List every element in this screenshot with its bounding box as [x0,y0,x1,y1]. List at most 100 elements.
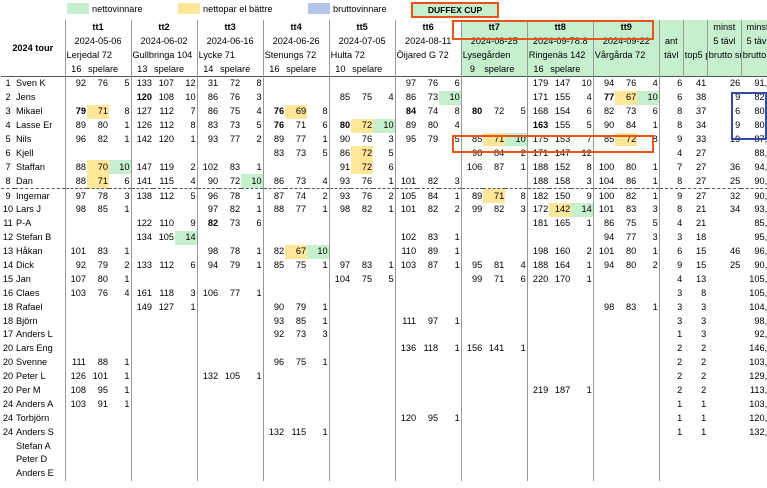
netto-score [153,370,175,384]
points [571,370,593,384]
brutto-score [592,272,616,287]
netto-score [87,231,109,245]
tour-count: 1 [658,397,684,412]
netto-score: 75 [361,92,373,103]
brutto-score: 120 [130,90,154,105]
netto-score [219,397,241,411]
points [241,384,263,398]
points [571,467,593,481]
brutto-score [328,466,352,481]
player-name: Stefan A [16,440,51,451]
brutto-score [130,146,154,161]
netto-score: 78 [229,246,241,257]
points: 3 [190,287,196,298]
brutto-average: 105,4 [749,273,767,284]
points: 1 [388,204,394,215]
netto-score: 86 [626,175,637,186]
netto-score [417,467,439,481]
netto-score [87,425,109,439]
brutto-score [130,355,154,370]
table-row: 6Kjell8373586725988421711471242788,1 [1,146,767,161]
tour-count: 2 [658,355,684,370]
summary-header-blank [682,20,708,34]
rank: 2 [5,92,11,103]
summary-header: brutto summa [706,48,742,62]
brutto-sum [707,453,741,467]
legend-netto-label: nettovinnare [92,4,143,14]
brutto-score: 103 [64,397,87,412]
brutto-score: 91 [328,160,352,175]
brutto-score [460,90,484,105]
brutto-score: 99 [460,272,484,287]
netto-score: 77 [626,232,637,243]
points [637,146,659,160]
netto-score [549,314,571,328]
summary-header-blank: minst [740,20,767,34]
netto-score [417,356,439,370]
points [307,272,329,286]
points: 1 [124,204,130,215]
brutto-score [592,328,616,342]
netto-score: 72 [615,132,638,147]
brutto-score: 89 [394,118,418,133]
brutto-score: 93 [196,132,220,147]
summary-header: brutto snitt [740,48,767,62]
tour-count: 9 [658,258,684,273]
corner-blank [1,20,65,34]
table-row: 11P-A 122 110 982 73 6 181 165 186 75 54 21 85,0 [1,216,767,231]
points [307,75,330,91]
netto-score [87,314,109,328]
points: 8 [322,106,328,117]
points [439,160,461,174]
brutto-sum [707,467,741,481]
points [241,411,263,425]
tour-count: 2 [658,383,684,398]
points [241,231,263,245]
points [571,356,593,370]
tour-count: 8 [658,118,684,133]
brutto-sum [707,439,741,453]
points: 1 [586,218,592,229]
points [109,314,131,328]
netto-score [87,328,109,342]
netto-score: 77 [295,204,307,215]
tour-players: 9 [460,62,484,77]
tour-count: 8 [658,174,684,189]
points [109,91,131,105]
table-row: 4 Lasse Er 89 80 1 126 112 8 83 73 5 76 71 6 80 72 10 89 8… [1,118,767,133]
points: 14 [571,203,594,217]
tour-count: 1 [658,411,684,426]
netto-score: 110 [159,218,175,229]
brutto-average: 146,0 [749,343,767,354]
brutto-score: 86 [196,104,220,119]
legend-brutto: bruttovinnare [308,3,387,15]
netto-score [615,370,637,384]
points: 10 [241,174,264,189]
brutto-score: 179 [526,75,550,91]
brutto-score [526,425,550,440]
brutto-score [460,118,484,133]
points: 1 [124,273,130,284]
netto-score: 72 [351,146,374,161]
brutto-score [196,341,220,356]
netto-score: 73 [427,92,439,103]
points [637,328,659,342]
netto-score [615,384,637,398]
points: 1 [454,315,460,326]
netto-score [483,314,505,328]
tour-count: 8 [658,104,684,119]
tour-id: tt9 [592,20,660,34]
tour-count: 1 [658,328,684,342]
points: 1 [241,188,264,204]
brutto-sum [707,314,741,328]
netto-score [615,467,637,481]
netto-score: 77 [229,134,241,144]
table-row: 16Claes103764161118310677138105,6 [1,286,767,301]
brutto-score: 198 [526,244,550,259]
points [637,384,659,398]
brutto-score [460,300,484,315]
tour-id: tt1 [64,20,132,34]
brutto-score [460,230,484,245]
brutto-score: 181 [526,216,550,231]
brutto-score [64,314,87,329]
